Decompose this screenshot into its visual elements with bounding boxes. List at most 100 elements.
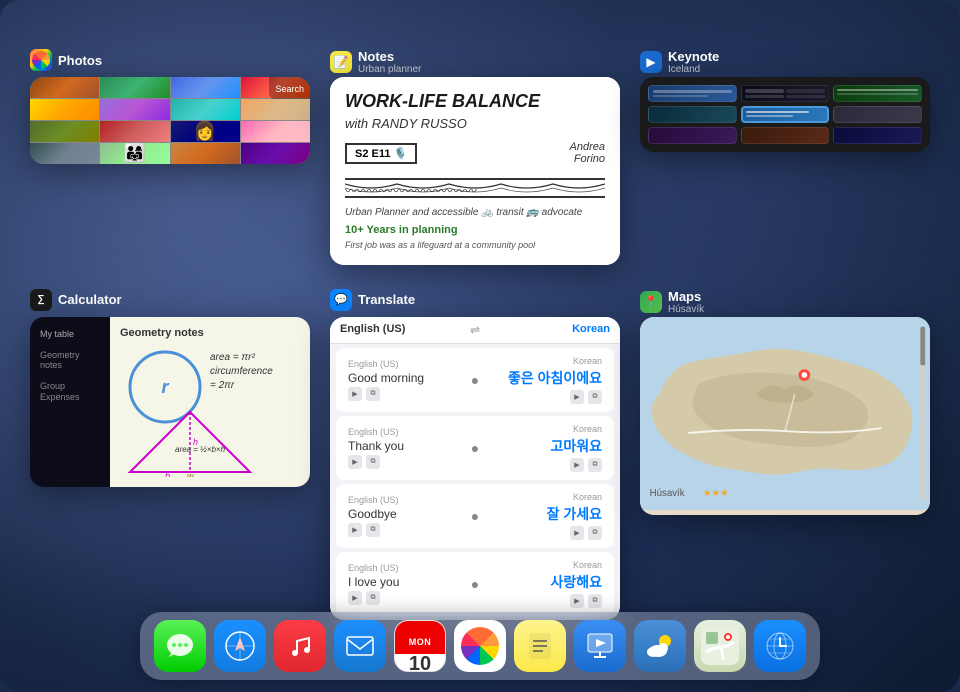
dock-safari-icon[interactable] <box>214 620 266 672</box>
calc-note-title: Geometry notes <box>120 327 300 339</box>
notes-card-wrapper: 📝 Notes Urban planner WORK-LIFE BALANCE … <box>330 45 620 265</box>
translate-copy-2[interactable]: ⧉ <box>366 455 380 469</box>
translate-play-kr-1[interactable]: ▶ <box>570 390 584 404</box>
photo-thumb-11: 👩 <box>171 121 240 142</box>
translate-play-3[interactable]: ▶ <box>348 523 362 537</box>
photo-thumb-12 <box>241 121 310 142</box>
translate-play-2[interactable]: ▶ <box>348 455 362 469</box>
calc-content: My table Geometrynotes GroupExpenses Geo… <box>30 317 310 487</box>
photo-thumb-6 <box>100 99 169 120</box>
translate-label-kr-1: Korean <box>485 356 602 366</box>
notes-app-name: Notes <box>358 49 421 64</box>
translate-icons-kr-3: ▶ ⧉ <box>485 526 602 540</box>
photo-thumb-2 <box>100 77 169 98</box>
translate-icons-4: ▶ ⧉ <box>348 591 465 605</box>
translate-right-2: Korean 고마워요 ▶ ⧉ <box>485 424 602 472</box>
dock-maps-icon[interactable] <box>694 620 746 672</box>
translate-label-en-2: English (US) <box>348 427 465 437</box>
photo-thumb-9 <box>30 121 99 142</box>
dock-music-icon[interactable] <box>274 620 326 672</box>
dock-mail-icon[interactable] <box>334 620 386 672</box>
notes-episode-badge: S2 E11 🎙️ <box>345 143 417 164</box>
calculator-app-name: Calculator <box>58 292 122 307</box>
svg-text:★★★: ★★★ <box>703 488 729 499</box>
maps-dock-icon <box>701 627 739 665</box>
dock-keynote-icon[interactable] <box>574 620 626 672</box>
keynote-card-wrapper: ▶ Keynote Iceland <box>640 45 930 265</box>
svg-text:b: b <box>165 471 170 477</box>
ipad-screen: Photos 👩 <box>0 0 960 692</box>
calculator-card[interactable]: My table Geometrynotes GroupExpenses Geo… <box>30 317 310 487</box>
translate-app-icon: 💬 <box>330 289 352 311</box>
svg-text:Húsavík: Húsavík <box>650 488 685 499</box>
translate-play-4[interactable]: ▶ <box>348 591 362 605</box>
keynote-slide-7 <box>648 127 737 144</box>
translate-play-kr-4[interactable]: ▶ <box>570 594 584 608</box>
photo-thumb-1 <box>30 77 99 98</box>
calc-formula-area: area = πr² <box>210 352 273 363</box>
dock-notes-icon[interactable] <box>514 620 566 672</box>
calendar-inner: MON 10 <box>395 620 445 672</box>
translate-text-en-3: Goodbye <box>348 507 465 521</box>
translate-copy-kr-4[interactable]: ⧉ <box>588 594 602 608</box>
notes-years: 10+ Years in planning <box>345 224 605 236</box>
photo-thumb-8 <box>241 99 310 120</box>
translate-label-kr-2: Korean <box>485 424 602 434</box>
calc-formula-circ2: = 2πr <box>210 380 273 391</box>
translate-card[interactable]: English (US) ⇌ Korean English (US) Good … <box>330 317 620 620</box>
notes-title: WORK-LIFE BALANCE <box>345 92 605 112</box>
translate-left-3: English (US) Goodbye ▶ ⧉ <box>348 495 465 537</box>
translate-left-1: English (US) Good morning ▶ ⧉ <box>348 359 465 401</box>
calc-main: Geometry notes r area = πr² circumferenc… <box>110 317 310 487</box>
notes-subtitle: Urban planner <box>358 64 421 75</box>
translate-play-kr-2[interactable]: ▶ <box>570 458 584 472</box>
translate-copy-1[interactable]: ⧉ <box>366 387 380 401</box>
dock-weather-icon[interactable] <box>634 620 686 672</box>
photos-grid: 👩 👨‍👩‍👧 <box>30 77 310 164</box>
translate-copy-kr-3[interactable]: ⧉ <box>588 526 602 540</box>
keynote-slide-3 <box>833 85 922 102</box>
notes-person-name: AndreaForino <box>570 141 605 165</box>
dock-world-icon[interactable] <box>754 620 806 672</box>
notes-card[interactable]: WORK-LIFE BALANCE with RANDY RUSSO S2 E1… <box>330 77 620 265</box>
world-clock-icon <box>763 629 797 663</box>
photos-top-bar: Search <box>269 77 310 99</box>
translate-text-kr-3: 잘 가세요 <box>485 504 602 524</box>
photos-badge-text: Search <box>275 84 304 94</box>
notes-app-icon: 📝 <box>330 51 352 73</box>
svg-text:area = ½×b×h: area = ½×b×h <box>175 445 226 454</box>
notes-doodle <box>345 178 605 198</box>
dock-photos-icon[interactable] <box>454 620 506 672</box>
keynote-slides-grid <box>640 77 930 152</box>
dock-calendar-icon[interactable]: MON 10 <box>394 620 446 672</box>
mail-icon <box>343 629 377 663</box>
translate-play-1[interactable]: ▶ <box>348 387 362 401</box>
maps-svg: Húsavík ★★★ <box>640 317 930 510</box>
translate-label-en-3: English (US) <box>348 495 465 505</box>
calendar-day: MON <box>409 637 432 647</box>
translate-copy-3[interactable]: ⧉ <box>366 523 380 537</box>
translate-swap-icon[interactable]: ⇌ <box>470 323 480 337</box>
dock: MON 10 <box>140 612 820 680</box>
calc-triangle-svg: h b area = ½×b×h w <box>125 407 255 477</box>
keynote-card[interactable] <box>640 77 930 152</box>
translate-header: English (US) ⇌ Korean <box>330 317 620 344</box>
maps-card[interactable]: Húsavík ★★★ <box>640 317 930 515</box>
calc-formulas: area = πr² circumference = 2πr <box>210 352 273 394</box>
translate-copy-4[interactable]: ⧉ <box>366 591 380 605</box>
dock-messages-icon[interactable] <box>154 620 206 672</box>
translate-icons-3: ▶ ⧉ <box>348 523 465 537</box>
translate-lang-to: Korean <box>480 323 610 337</box>
translate-copy-kr-1[interactable]: ⧉ <box>588 390 602 404</box>
calendar-header-strip: MON <box>395 620 445 654</box>
translate-dot-2: ● <box>465 440 485 456</box>
calc-sidebar: My table Geometrynotes GroupExpenses <box>30 317 110 487</box>
photo-thumb-10 <box>100 121 169 142</box>
notes-description: Urban Planner and accessible 🚲 transit 🚌… <box>345 206 605 220</box>
translate-label-en-4: English (US) <box>348 563 465 573</box>
translate-copy-kr-2[interactable]: ⧉ <box>588 458 602 472</box>
photos-card[interactable]: 👩 👨‍👩‍👧 Search <box>30 77 310 164</box>
translate-app-name: Translate <box>358 292 415 307</box>
notes-icon <box>525 631 555 661</box>
translate-play-kr-3[interactable]: ▶ <box>570 526 584 540</box>
